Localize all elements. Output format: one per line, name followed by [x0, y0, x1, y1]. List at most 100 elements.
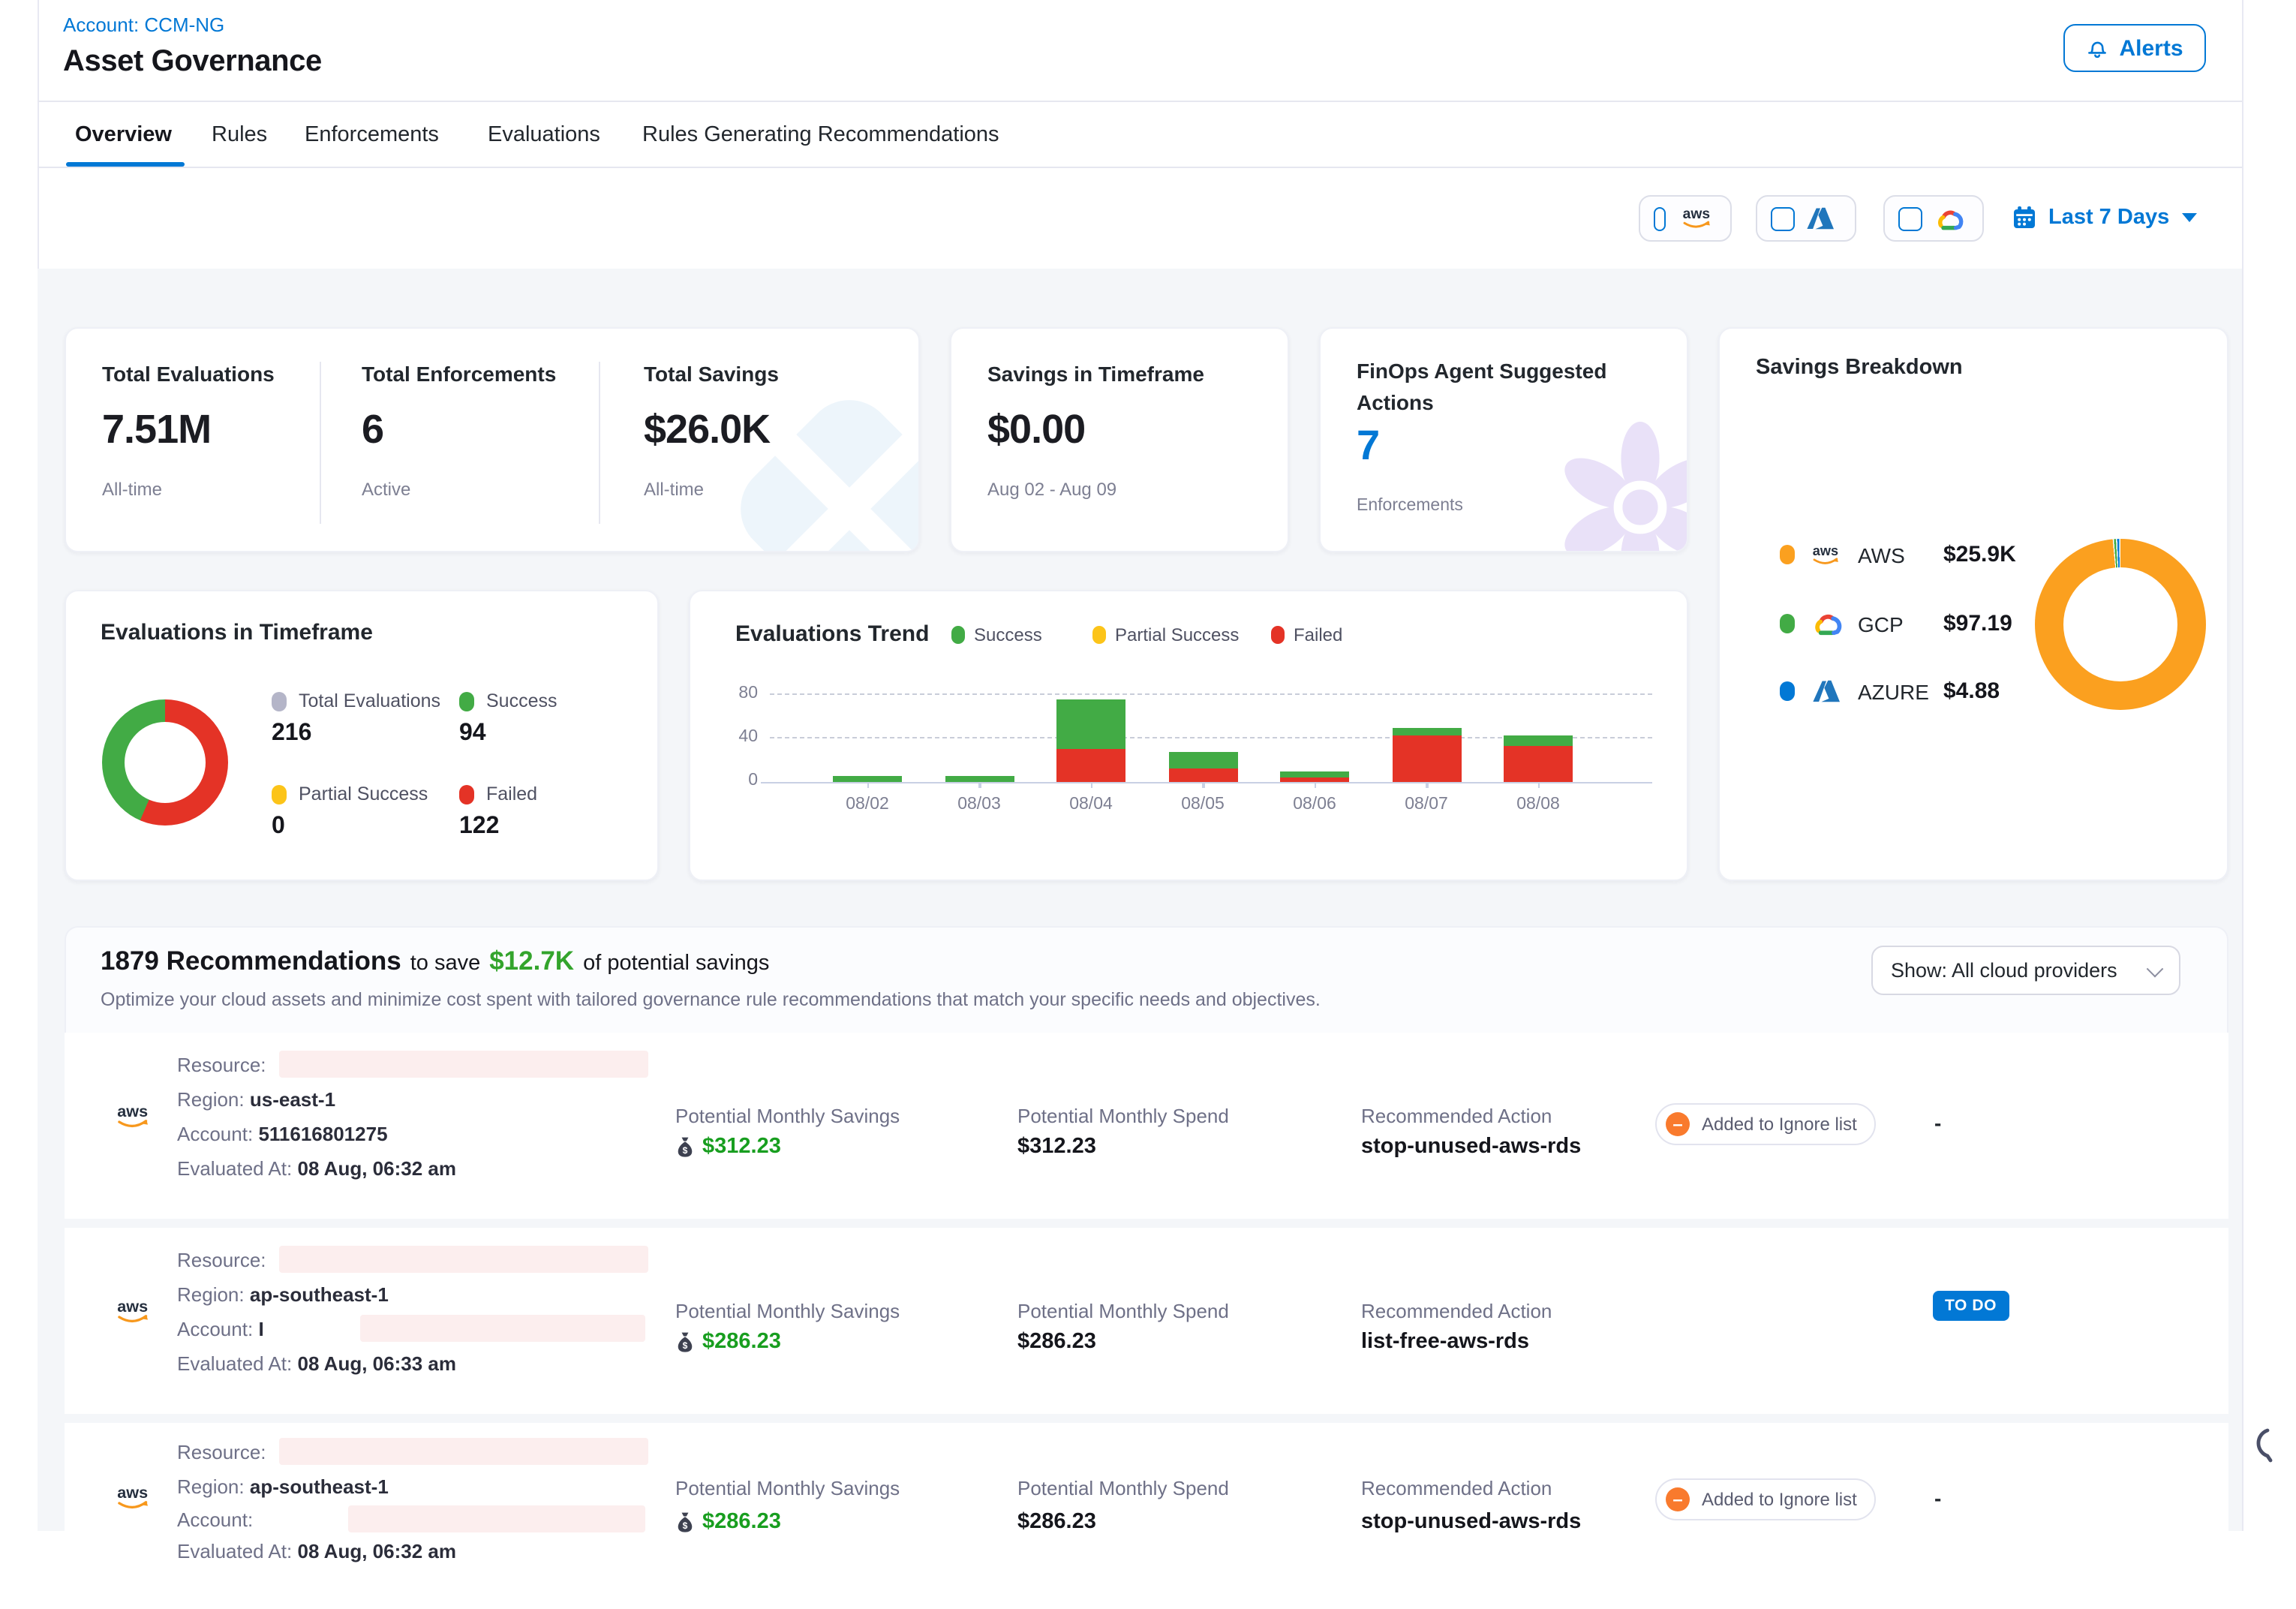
aws-logo-icon: aws	[1808, 543, 1844, 567]
resource-label: Resource:	[177, 1249, 266, 1271]
trend-plot: 0408008/0208/0308/0408/0508/0608/0708/08	[770, 695, 1652, 782]
azure-name: AZURE	[1858, 679, 1930, 703]
bar-08/04	[1056, 699, 1125, 782]
total-evaluations-label: Total Evaluations	[102, 362, 275, 386]
ignore-status-pill[interactable]: – Added to Ignore list	[1655, 1478, 1877, 1520]
provider-filter-aws[interactable]: aws	[1639, 195, 1732, 242]
aws-checkbox[interactable]	[1654, 206, 1666, 230]
spend-column-label: Potential Monthly Spend	[1017, 1477, 1229, 1499]
header-divider	[38, 101, 2242, 102]
masked-resource-value	[279, 1246, 648, 1273]
gcp-logo-icon	[1934, 206, 1964, 230]
total-enforcements-caption: Active	[362, 479, 410, 500]
ignore-status-pill[interactable]: – Added to Ignore list	[1655, 1103, 1877, 1145]
aws-bullet	[1780, 545, 1795, 564]
legend-partial-success: Partial Success	[272, 783, 428, 804]
breadcrumb[interactable]: Account: CCM-NG	[63, 14, 224, 36]
x-axis-label: 08/04	[1046, 795, 1136, 814]
breakdown-legend-azure: AZURE $4.88	[1780, 678, 2000, 704]
potential-savings-amount: $12.7K	[489, 946, 574, 977]
tab-rules[interactable]: Rules	[212, 123, 267, 147]
account-line: Account: 511616801275	[177, 1123, 388, 1145]
savings-column-label: Potential Monthly Savings	[675, 1477, 900, 1499]
legend-total-evaluations: Total Evaluations	[272, 690, 440, 711]
total-savings-caption: All-time	[644, 479, 704, 500]
eval-timeframe-title: Evaluations in Timeframe	[101, 620, 373, 645]
jira-status-placeholder: -	[1934, 1486, 1941, 1510]
gridline	[770, 693, 1652, 695]
savings-breakdown-card: Savings Breakdown aws AWS $25.9K GCP $97…	[1718, 327, 2228, 881]
total-bullet	[272, 691, 287, 711]
money-bag-icon: $	[675, 1135, 695, 1158]
chevron-down-icon	[2147, 960, 2164, 977]
bar-segment-success	[833, 777, 902, 782]
trend-legend-success: Success	[951, 624, 1042, 645]
evaluations-in-timeframe-card: Evaluations in Timeframe Total Evaluatio…	[65, 590, 659, 881]
bar-segment-success	[1392, 728, 1461, 735]
tab-evaluations[interactable]: Evaluations	[488, 123, 600, 147]
recommendation-row[interactable]: aws Resource: Region: ap-southeast-1 Acc…	[65, 1228, 2228, 1414]
bar-08/06	[1280, 771, 1349, 783]
alerts-button[interactable]: Alerts	[2063, 24, 2206, 72]
failed-count: 122	[459, 814, 499, 841]
total-savings-value: $26.0K	[644, 407, 770, 453]
x-axis-label: 08/02	[822, 795, 912, 814]
bar-segment-failed	[1056, 750, 1125, 783]
masked-account-value	[348, 1505, 645, 1532]
svg-text:aws: aws	[1683, 206, 1710, 222]
azure-checkbox[interactable]	[1771, 206, 1795, 230]
minus-circle-icon: –	[1666, 1112, 1690, 1136]
cloud-provider-filter-dropdown[interactable]: Show: All cloud providers	[1871, 946, 2180, 995]
sit-value: $0.00	[987, 407, 1085, 453]
x-axis-label: 08/07	[1381, 795, 1471, 814]
help-floating-button[interactable]	[2249, 1427, 2273, 1463]
success-bullet	[951, 626, 965, 644]
azure-logo-icon	[1807, 207, 1834, 230]
provider-filter-azure[interactable]	[1756, 195, 1856, 242]
spend-value: $286.23	[1017, 1330, 1096, 1354]
recommendations-subtitle: Optimize your cloud assets and minimize …	[101, 989, 1321, 1010]
bar-08/05	[1168, 753, 1237, 782]
bell-icon	[2086, 36, 2108, 60]
sit-label: Savings in Timeframe	[987, 362, 1204, 386]
svg-text:$: $	[683, 1144, 688, 1155]
tab-enforcements[interactable]: Enforcements	[305, 123, 439, 147]
finops-caption: Enforcements	[1357, 497, 1463, 515]
right-divider	[2242, 0, 2243, 1531]
svg-text:$: $	[683, 1520, 688, 1530]
gcp-checkbox[interactable]	[1898, 206, 1922, 230]
aws-amount: $25.9K	[1943, 542, 2016, 567]
resource-label: Resource:	[177, 1054, 266, 1076]
tab-rules-generating-recommendations[interactable]: Rules Generating Recommendations	[642, 123, 999, 147]
masked-account-value	[360, 1315, 645, 1342]
spend-column-label: Potential Monthly Spend	[1017, 1300, 1229, 1322]
azure-logo-icon	[1808, 680, 1844, 702]
y-axis-tick-label: 40	[722, 728, 758, 746]
evaluations-trend-title: Evaluations Trend	[735, 621, 929, 647]
savings-column-label: Potential Monthly Savings	[675, 1105, 900, 1127]
x-axis-tick	[1426, 782, 1428, 788]
tab-overview[interactable]: Overview	[75, 123, 172, 147]
evaluations-trend-card: Evaluations Trend Success Partial Succes…	[689, 590, 1688, 881]
finops-value: 7	[1357, 422, 1379, 470]
savings-breakdown-donut-chart	[2035, 539, 2206, 710]
resource-label: Resource:	[177, 1441, 266, 1463]
bar-segment-success	[1504, 735, 1573, 747]
dropdown-label: Show: All cloud providers	[1891, 959, 2117, 982]
recommendation-row[interactable]: aws Resource: Region: ap-southeast-1 Acc…	[65, 1423, 2228, 1609]
total-evaluations-caption: All-time	[102, 479, 162, 500]
total-evaluations-value: 7.51M	[102, 407, 211, 453]
recommended-action-value: stop-unused-aws-rds	[1361, 1510, 1581, 1534]
date-range-picker[interactable]: Last 7 Days	[2012, 206, 2196, 230]
account-line: Account:	[177, 1508, 253, 1531]
region-line: Region: ap-southeast-1	[177, 1475, 389, 1498]
money-bag-icon: $	[675, 1331, 695, 1353]
savings-value: $ $286.23	[675, 1510, 781, 1534]
sit-caption: Aug 02 - Aug 09	[987, 479, 1116, 500]
bar-08/02	[833, 777, 902, 782]
evaluated-line: Evaluated At: 08 Aug, 06:32 am	[177, 1157, 456, 1180]
trend-legend-partial: Partial Success	[1092, 624, 1239, 645]
recommendation-row[interactable]: aws Resource: Region: us-east-1 Account:…	[65, 1033, 2228, 1219]
provider-filter-gcp[interactable]	[1883, 195, 1984, 242]
savings-value: $ $286.23	[675, 1330, 781, 1354]
